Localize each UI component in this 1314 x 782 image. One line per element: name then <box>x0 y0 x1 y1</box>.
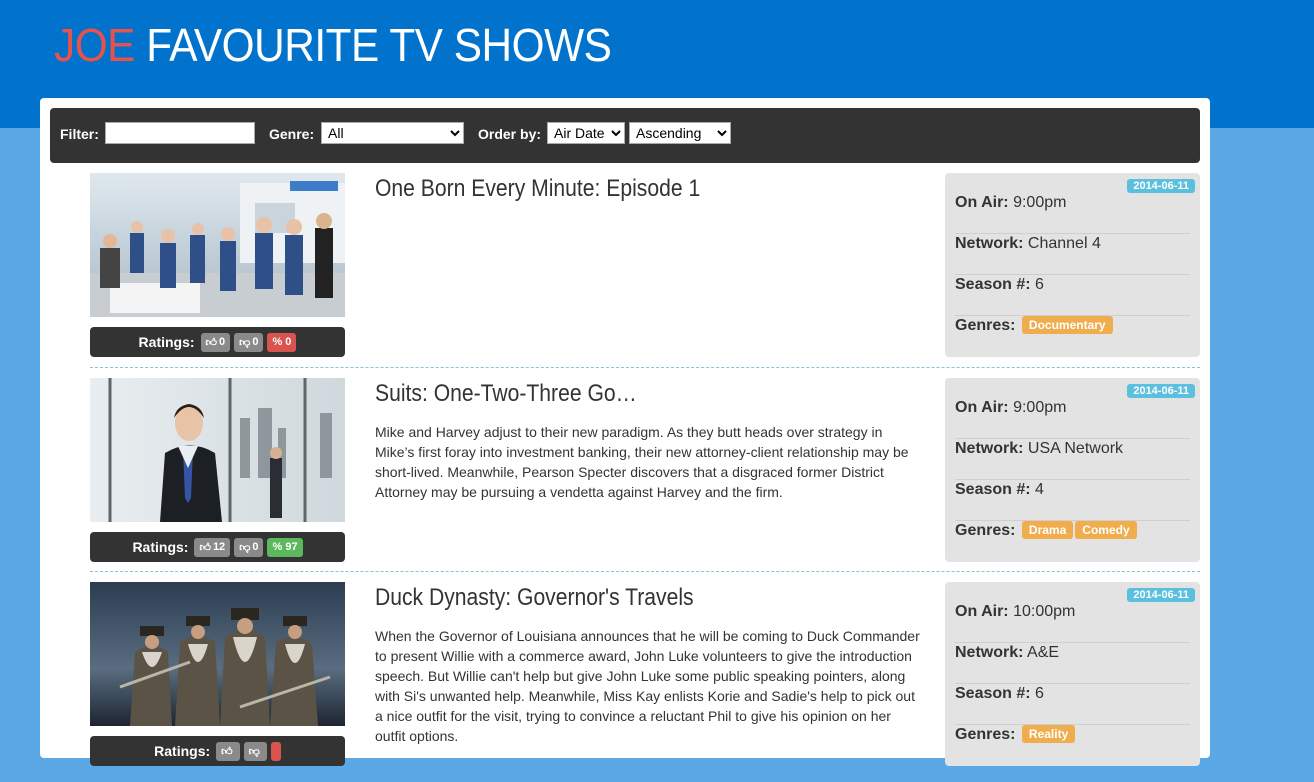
rating-percent-badge: % 97 <box>267 537 303 557</box>
ratings-label: Ratings: <box>154 743 211 759</box>
show-info-box: 2014-06-11 On Air: 10:00pm Network: A&E … <box>945 582 1200 766</box>
on-air-row: On Air: 9:00pm <box>955 398 1190 439</box>
dislike-count: 0 <box>252 541 259 553</box>
order-direction-select[interactable]: Ascending <box>629 122 731 144</box>
dislike-button[interactable]: 👎︎ <box>243 741 267 761</box>
genres-label: Genres: <box>955 522 1016 539</box>
filter-label: Filter: <box>60 126 99 142</box>
thumbs-down-icon: 👎︎ <box>239 541 251 554</box>
show-thumbnail[interactable] <box>90 378 345 522</box>
air-date-badge: 2014-06-11 <box>1127 588 1195 602</box>
network-label: Network: <box>955 644 1024 661</box>
thumbs-up-icon: 👍︎ <box>205 336 218 349</box>
genres-row: Genres: Drama Comedy <box>955 521 1190 561</box>
ratings-label: Ratings: <box>138 334 195 350</box>
network-value: Channel 4 <box>1027 235 1101 252</box>
thumbs-down-icon: 👎︎ <box>239 336 251 349</box>
genres-label: Genres: <box>955 726 1016 743</box>
dislike-button[interactable]: 👎︎ 0 <box>234 332 264 352</box>
site-title: JOE FAVOURITE TV SHOWS <box>54 16 612 74</box>
on-air-row: On Air: 10:00pm <box>955 602 1190 643</box>
genres-row: Genres: Documentary <box>955 316 1190 356</box>
season-value: 4 <box>1035 481 1044 498</box>
network-row: Network: A&E <box>955 643 1190 684</box>
show-description: Mike and Harvey adjust to their new para… <box>375 424 909 500</box>
thumbs-up-icon: 👍︎ <box>221 745 233 758</box>
genre-tag[interactable]: Comedy <box>1075 521 1137 539</box>
order-field-select[interactable]: Air Date <box>547 122 625 144</box>
dislike-button[interactable]: 👎︎ 0 <box>234 537 264 557</box>
on-air-value: 9:00pm <box>1013 194 1067 211</box>
like-count: 12 <box>212 541 226 553</box>
show-info-box: 2014-06-11 On Air: 9:00pm Network: USA N… <box>945 378 1200 562</box>
season-row: Season #: 6 <box>955 275 1190 316</box>
on-air-value: 10:00pm <box>1013 603 1076 620</box>
on-air-value: 9:00pm <box>1013 399 1067 416</box>
on-air-label: On Air: <box>955 603 1009 620</box>
show-description: When the Governor of Louisiana announces… <box>375 628 920 744</box>
like-button[interactable]: 👍︎ <box>216 741 240 761</box>
filter-input[interactable] <box>105 122 255 144</box>
season-label: Season #: <box>955 685 1031 702</box>
season-label: Season #: <box>955 481 1031 498</box>
air-date-badge: 2014-06-11 <box>1127 384 1195 398</box>
filter-bar: Filter: Genre: All Order by: Air Date As… <box>50 108 1200 163</box>
show-card: Ratings: 👍︎ 12 👎︎ 0 % 97 Suits: One-Two-Th… <box>90 378 1200 578</box>
season-value: 6 <box>1035 685 1044 702</box>
show-thumbnail[interactable] <box>90 582 345 726</box>
thumbs-down-icon: 👎︎ <box>248 745 260 758</box>
show-thumbnail[interactable] <box>90 173 345 317</box>
season-row: Season #: 4 <box>955 480 1190 521</box>
genre-select[interactable]: All <box>321 122 464 144</box>
ratings-bar: Ratings: 👍︎ 0 👎︎ 0 % 0 <box>90 327 345 357</box>
show-title[interactable]: One Born Every Minute: Episode 1 <box>375 175 700 203</box>
show-card: Ratings: 👍︎ 0 👎︎ 0 % 0 One Born Every Minu… <box>90 173 1200 373</box>
on-air-row: On Air: 9:00pm <box>955 193 1190 234</box>
show-info-box: 2014-06-11 On Air: 9:00pm Network: Chann… <box>945 173 1200 357</box>
network-value: USA Network <box>1027 440 1124 457</box>
show-title[interactable]: Suits: One-Two-Three Go… <box>375 380 637 408</box>
season-row: Season #: 6 <box>955 684 1190 725</box>
network-label: Network: <box>955 440 1024 457</box>
genre-tag[interactable]: Documentary <box>1021 316 1113 334</box>
ratings-bar: Ratings: 👍︎ 12 👎︎ 0 % 97 <box>90 532 345 562</box>
genre-tag[interactable]: Reality <box>1021 725 1076 743</box>
network-row: Network: Channel 4 <box>955 234 1190 275</box>
show-card: Ratings: 👍︎ 👎︎ Duck Dynasty: Governor's … <box>90 582 1200 782</box>
network-label: Network: <box>955 235 1024 252</box>
thumbs-up-icon: 👍︎ <box>199 541 211 554</box>
on-air-label: On Air: <box>955 194 1009 211</box>
like-count: 0 <box>219 336 226 348</box>
network-row: Network: USA Network <box>955 439 1190 480</box>
genre-tag[interactable]: Drama <box>1021 521 1074 539</box>
show-separator <box>90 571 1200 572</box>
genre-label: Genre: <box>269 126 315 142</box>
order-by-label: Order by: <box>478 126 542 142</box>
site-owner: JOE <box>54 19 135 71</box>
like-button[interactable]: 👍︎ 12 <box>194 537 231 557</box>
like-button[interactable]: 👍︎ 0 <box>200 332 231 352</box>
content-panel: Filter: Genre: All Order by: Air Date As… <box>40 98 1210 766</box>
ratings-label: Ratings: <box>132 539 189 555</box>
show-separator <box>90 367 1200 368</box>
season-value: 6 <box>1035 276 1044 293</box>
network-value: A&E <box>1027 644 1060 661</box>
genres-label: Genres: <box>955 317 1016 334</box>
ratings-bar: Ratings: 👍︎ 👎︎ <box>90 736 345 766</box>
site-title-text: FAVOURITE TV SHOWS <box>146 19 612 71</box>
genres-row: Genres: Reality <box>955 725 1190 765</box>
rating-percent-badge: % 0 <box>267 332 297 352</box>
dislike-count: 0 <box>252 336 259 348</box>
show-title[interactable]: Duck Dynasty: Governor's Travels <box>375 584 694 612</box>
season-label: Season #: <box>955 276 1031 293</box>
on-air-label: On Air: <box>955 399 1009 416</box>
rating-percent-badge <box>270 741 281 761</box>
air-date-badge: 2014-06-11 <box>1127 179 1195 193</box>
